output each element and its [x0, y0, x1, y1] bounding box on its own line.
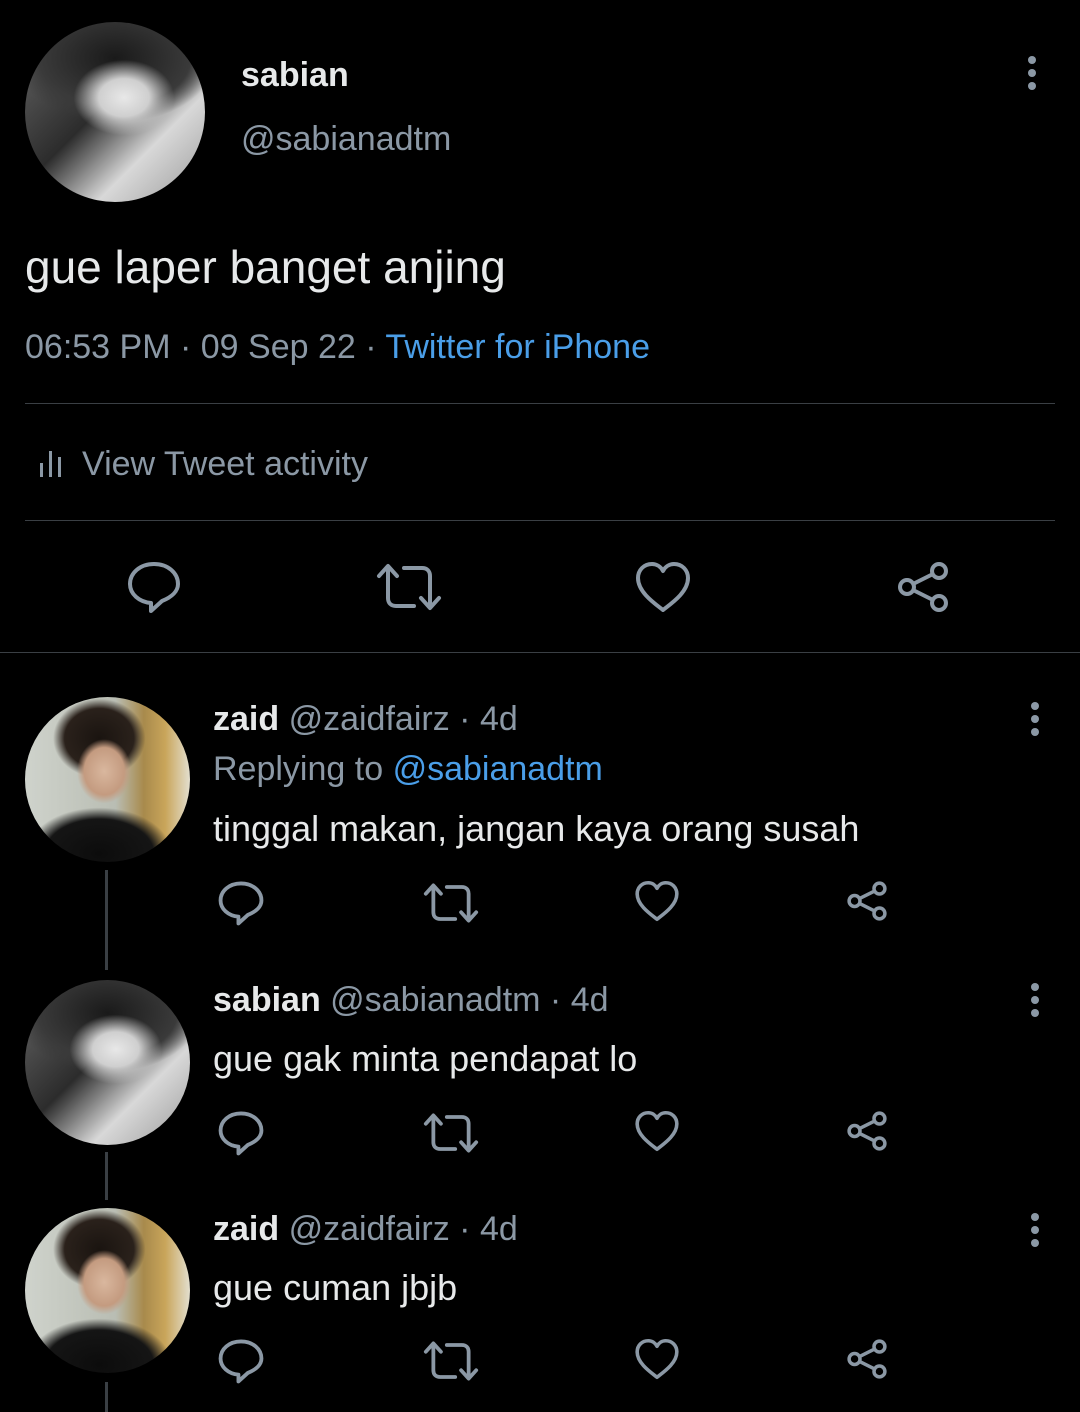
- thread-line: [105, 870, 108, 970]
- handle[interactable]: @zaidfairz: [289, 700, 450, 738]
- replying-prefix: Replying to: [213, 750, 384, 788]
- more-icon[interactable]: [1029, 983, 1041, 1017]
- reply-age: 4d: [479, 1210, 518, 1248]
- share-icon[interactable]: [845, 880, 889, 922]
- retweet-icon[interactable]: [423, 1112, 479, 1154]
- avatar[interactable]: [25, 1208, 190, 1373]
- reply-header: zaid @zaidfairz · 4d: [213, 700, 518, 739]
- thread-line: [105, 1152, 108, 1200]
- meta-separator: ·: [459, 700, 471, 738]
- retweet-icon[interactable]: [423, 1340, 479, 1382]
- display-name[interactable]: sabian: [213, 981, 321, 1019]
- avatar[interactable]: [25, 980, 190, 1145]
- more-icon[interactable]: [1026, 56, 1038, 90]
- meta-separator: ·: [179, 328, 192, 366]
- reply-age: 4d: [479, 700, 518, 738]
- meta-separator: ·: [365, 328, 377, 366]
- view-activity-label: View Tweet activity: [82, 444, 368, 483]
- tweet-text: gue laper banget anjing: [25, 241, 506, 293]
- tweet-time: 06:53 PM: [25, 328, 171, 366]
- display-name[interactable]: zaid: [213, 1210, 279, 1248]
- handle[interactable]: @zaidfairz: [289, 1210, 450, 1248]
- tweet-source-link[interactable]: Twitter for iPhone: [385, 328, 650, 366]
- share-icon[interactable]: [895, 560, 951, 614]
- retweet-icon[interactable]: [376, 562, 442, 612]
- handle[interactable]: @sabianadtm: [241, 120, 451, 159]
- meta-separator: ·: [549, 981, 562, 1019]
- handle[interactable]: @sabianadtm: [330, 981, 540, 1019]
- tweet-date: 09 Sep 22: [200, 328, 356, 366]
- reply-header: zaid @zaidfairz · 4d: [213, 1210, 518, 1249]
- thread-line: [105, 1382, 108, 1412]
- view-activity-button[interactable]: View Tweet activity: [38, 444, 368, 484]
- activity-icon: [38, 449, 64, 479]
- meta-separator: ·: [459, 1210, 471, 1248]
- reply-icon[interactable]: [217, 1110, 265, 1156]
- divider: [25, 520, 1055, 521]
- more-icon[interactable]: [1029, 702, 1041, 736]
- avatar[interactable]: [25, 697, 190, 862]
- avatar[interactable]: [25, 22, 205, 202]
- like-icon[interactable]: [634, 1110, 680, 1152]
- tweet-meta: 06:53 PM · 09 Sep 22 · Twitter for iPhon…: [25, 328, 650, 367]
- divider: [0, 652, 1080, 653]
- reply-text: tinggal makan, jangan kaya orang susah: [213, 808, 860, 849]
- more-icon[interactable]: [1029, 1213, 1041, 1247]
- like-icon[interactable]: [634, 880, 680, 922]
- like-icon[interactable]: [634, 561, 692, 613]
- display-name[interactable]: zaid: [213, 700, 279, 738]
- reply-icon[interactable]: [217, 880, 265, 926]
- share-icon[interactable]: [845, 1338, 889, 1380]
- reply-age: 4d: [570, 981, 609, 1019]
- reply-icon[interactable]: [126, 560, 182, 614]
- divider: [25, 403, 1055, 404]
- reply-text: gue gak minta pendapat lo: [213, 1038, 638, 1079]
- reply-icon[interactable]: [217, 1338, 265, 1384]
- replying-handle-link[interactable]: @sabianadtm: [393, 750, 603, 788]
- retweet-icon[interactable]: [423, 882, 479, 924]
- replying-to: Replying to @sabianadtm: [213, 750, 603, 789]
- display-name[interactable]: sabian: [241, 56, 349, 95]
- reply-header: sabian @sabianadtm · 4d: [213, 981, 609, 1020]
- like-icon[interactable]: [634, 1338, 680, 1380]
- share-icon[interactable]: [845, 1110, 889, 1152]
- reply-text: gue cuman jbjb: [213, 1267, 458, 1308]
